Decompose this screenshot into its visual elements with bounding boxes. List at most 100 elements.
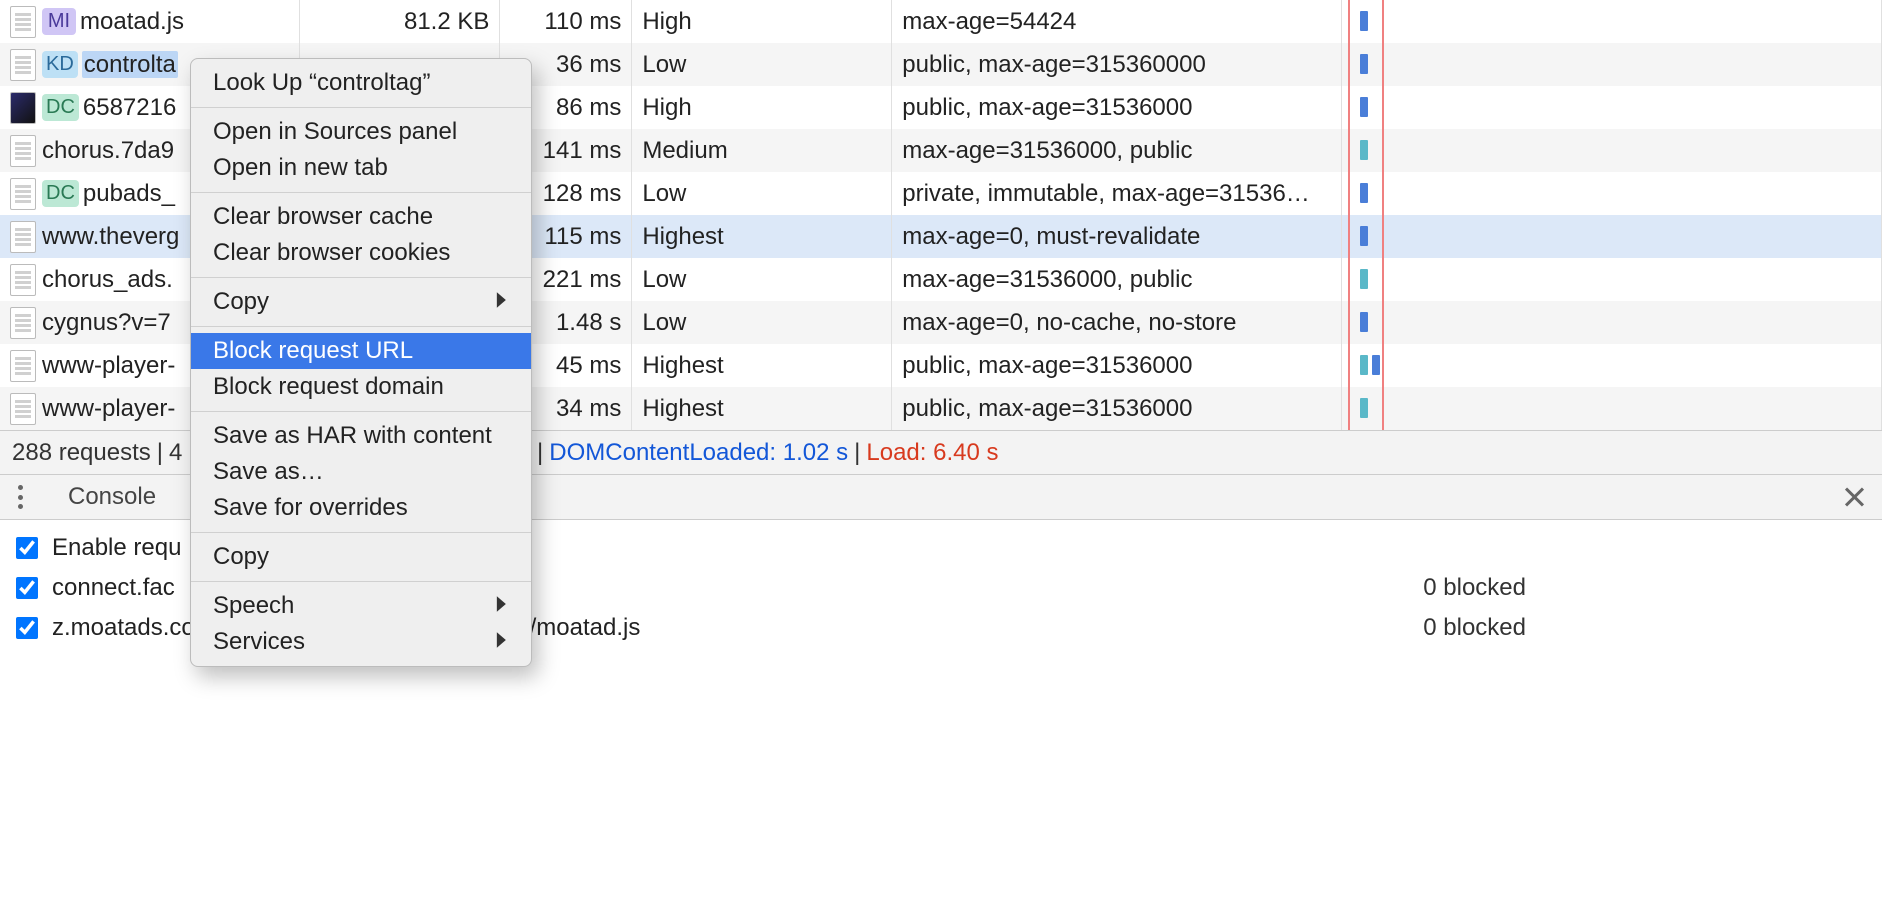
timeline-ruler bbox=[1348, 215, 1350, 258]
cell-cache-control: public, max-age=31536000 bbox=[892, 387, 1342, 430]
waterfall-bar bbox=[1360, 312, 1368, 332]
timeline-ruler bbox=[1348, 0, 1350, 43]
ctx-separator bbox=[191, 107, 531, 108]
cell-name[interactable]: MImoatad.js bbox=[0, 0, 300, 43]
status-separator: | bbox=[537, 439, 543, 467]
document-file-icon bbox=[10, 350, 36, 382]
blocked-count: 0 blocked bbox=[1423, 574, 1866, 602]
request-name: pubads_ bbox=[83, 180, 175, 207]
chevron-right-icon bbox=[495, 288, 509, 316]
ctx-block-url[interactable]: Block request URL bbox=[191, 333, 531, 369]
document-file-icon bbox=[10, 393, 36, 425]
document-file-icon bbox=[10, 221, 36, 253]
request-name: chorus.7da9 bbox=[42, 137, 174, 164]
close-icon[interactable] bbox=[1842, 485, 1866, 509]
table-row[interactable]: MImoatad.js81.2 KB110 msHighmax-age=5442… bbox=[0, 0, 1882, 43]
timeline-ruler bbox=[1382, 258, 1384, 301]
cell-priority: Highest bbox=[632, 387, 892, 430]
tab-console[interactable]: Console bbox=[52, 483, 172, 511]
document-file-icon bbox=[10, 135, 36, 167]
kebab-menu-icon[interactable] bbox=[8, 485, 32, 509]
ctx-save-har[interactable]: Save as HAR with content bbox=[191, 418, 531, 454]
timeline-ruler bbox=[1348, 387, 1350, 430]
cell-cache-control: public, max-age=31536000 bbox=[892, 86, 1342, 129]
blocked-pattern-text: connect.fac bbox=[52, 574, 175, 602]
document-file-icon bbox=[10, 6, 36, 38]
cell-waterfall bbox=[1342, 258, 1882, 301]
ctx-services-submenu[interactable]: Services bbox=[191, 624, 531, 660]
cell-cache-control: max-age=54424 bbox=[892, 0, 1342, 43]
timeline-ruler bbox=[1348, 43, 1350, 86]
cell-priority: Highest bbox=[632, 344, 892, 387]
cell-cache-control: max-age=0, no-cache, no-store bbox=[892, 301, 1342, 344]
timeline-ruler bbox=[1382, 129, 1384, 172]
document-file-icon bbox=[10, 49, 36, 81]
request-name: cygnus?v=7 bbox=[42, 309, 171, 336]
waterfall-bar bbox=[1360, 54, 1368, 74]
waterfall-bar bbox=[1360, 97, 1368, 117]
request-name: 6587216 bbox=[83, 94, 176, 121]
status-dcl: DOMContentLoaded: 1.02 s bbox=[549, 439, 848, 467]
cell-priority: Low bbox=[632, 258, 892, 301]
ctx-clear-cache[interactable]: Clear browser cache bbox=[191, 199, 531, 235]
cell-cache-control: max-age=31536000, public bbox=[892, 258, 1342, 301]
ctx-clear-cookies[interactable]: Clear browser cookies bbox=[191, 235, 531, 271]
document-file-icon bbox=[10, 264, 36, 296]
initiator-badge: KD bbox=[42, 51, 78, 78]
ctx-block-domain[interactable]: Block request domain bbox=[191, 369, 531, 405]
ctx-copy[interactable]: Copy bbox=[191, 539, 531, 575]
cell-cache-control: public, max-age=315360000 bbox=[892, 43, 1342, 86]
ctx-separator bbox=[191, 581, 531, 582]
cell-waterfall bbox=[1342, 172, 1882, 215]
blocked-pattern-checkbox[interactable] bbox=[16, 617, 38, 639]
cell-priority: Low bbox=[632, 43, 892, 86]
cell-priority: Highest bbox=[632, 215, 892, 258]
initiator-badge: DC bbox=[42, 180, 79, 207]
timeline-ruler bbox=[1348, 258, 1350, 301]
waterfall-bar bbox=[1360, 398, 1368, 418]
cell-time: 110 ms bbox=[500, 0, 632, 43]
request-name: chorus_ads. bbox=[42, 266, 173, 293]
waterfall-bar bbox=[1360, 11, 1368, 31]
blocked-count: 0 blocked bbox=[1423, 614, 1866, 642]
waterfall-bar bbox=[1360, 269, 1368, 289]
status-truncated: 4 bbox=[169, 439, 182, 467]
status-requests: 288 requests bbox=[12, 439, 151, 467]
timeline-ruler bbox=[1382, 172, 1384, 215]
cell-waterfall bbox=[1342, 301, 1882, 344]
cell-cache-control: private, immutable, max-age=31536… bbox=[892, 172, 1342, 215]
ctx-open-sources[interactable]: Open in Sources panel bbox=[191, 114, 531, 150]
ctx-save-as[interactable]: Save as… bbox=[191, 454, 531, 490]
chevron-right-icon bbox=[495, 628, 509, 656]
cell-cache-control: max-age=31536000, public bbox=[892, 129, 1342, 172]
waterfall-bar bbox=[1360, 355, 1368, 375]
cell-priority: High bbox=[632, 0, 892, 43]
cell-size: 81.2 KB bbox=[300, 0, 500, 43]
ctx-lookup[interactable]: Look Up “controltag” bbox=[191, 65, 531, 101]
blocked-pattern-checkbox[interactable] bbox=[16, 577, 38, 599]
ctx-copy-submenu[interactable]: Copy bbox=[191, 284, 531, 320]
ctx-separator bbox=[191, 326, 531, 327]
enable-blocking-label: Enable requ bbox=[52, 534, 181, 562]
timeline-ruler bbox=[1348, 344, 1350, 387]
chevron-right-icon bbox=[495, 592, 509, 620]
ctx-speech-submenu[interactable]: Speech bbox=[191, 588, 531, 624]
ctx-save-overrides[interactable]: Save for overrides bbox=[191, 490, 531, 526]
request-name: www.theverg bbox=[42, 223, 179, 250]
cell-waterfall bbox=[1342, 86, 1882, 129]
timeline-ruler bbox=[1348, 86, 1350, 129]
cell-priority: High bbox=[632, 86, 892, 129]
initiator-badge: DC bbox=[42, 94, 79, 121]
timeline-ruler bbox=[1348, 301, 1350, 344]
request-name: www-player- bbox=[42, 352, 175, 379]
cell-priority: Medium bbox=[632, 129, 892, 172]
timeline-ruler bbox=[1382, 43, 1384, 86]
ctx-open-tab[interactable]: Open in new tab bbox=[191, 150, 531, 186]
waterfall-bar bbox=[1360, 183, 1368, 203]
waterfall-bar bbox=[1360, 226, 1368, 246]
ctx-separator bbox=[191, 411, 531, 412]
timeline-ruler bbox=[1382, 0, 1384, 43]
cell-waterfall bbox=[1342, 344, 1882, 387]
enable-blocking-checkbox[interactable] bbox=[16, 537, 38, 559]
context-menu[interactable]: Look Up “controltag” Open in Sources pan… bbox=[190, 58, 532, 667]
